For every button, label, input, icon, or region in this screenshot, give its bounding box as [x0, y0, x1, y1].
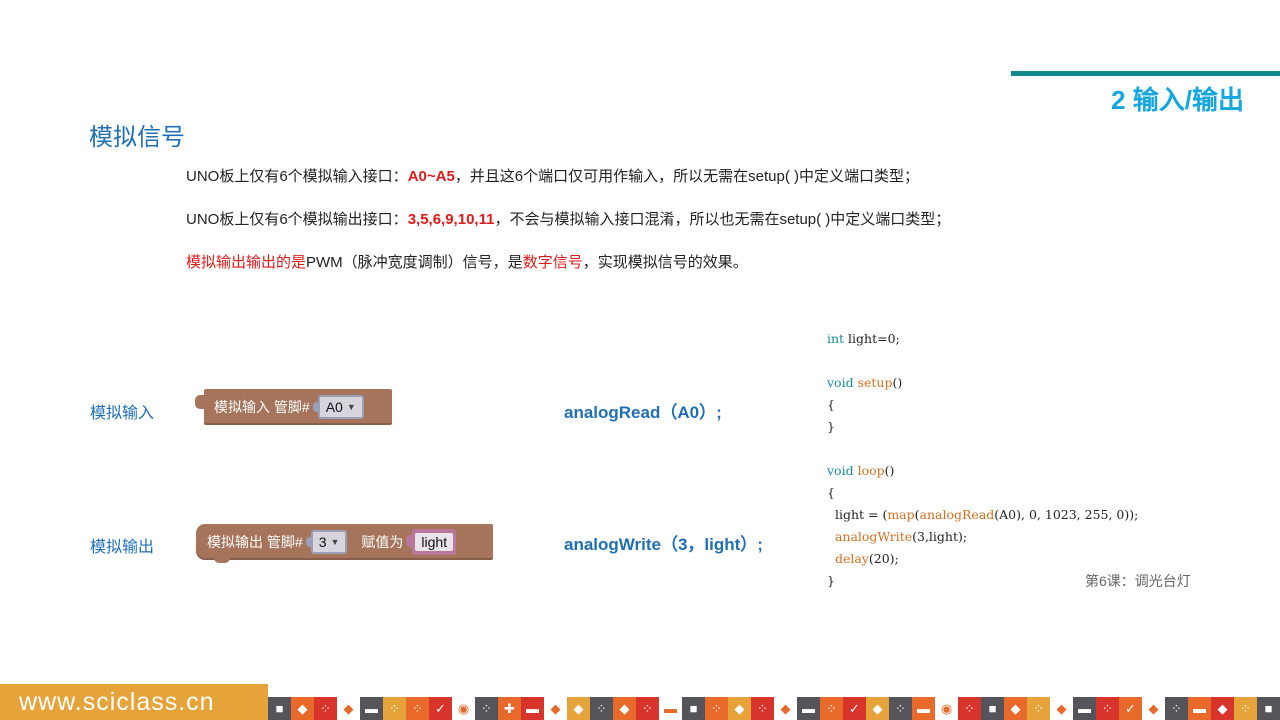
code-line: analogWrite(3,light); — [834, 529, 968, 544]
pattern-tile-icon: ▬ — [521, 697, 544, 720]
pattern-tile-icon: ✓ — [429, 697, 452, 720]
pattern-tile-icon: ◆ — [774, 697, 797, 720]
pattern-tile-icon: ■ — [1257, 697, 1280, 720]
pattern-tile-icon: ✓ — [843, 697, 866, 720]
pattern-tile-icon: ⁘ — [1165, 697, 1188, 720]
pattern-tile-icon: ⁘ — [590, 697, 613, 720]
pattern-tile-icon: ◉ — [452, 697, 475, 720]
analog-output-block-label: 模拟输出 管脚# — [207, 534, 303, 550]
pattern-tile-icon: ⁘ — [636, 697, 659, 720]
row-label-analog-input: 模拟输入 — [90, 405, 155, 422]
pattern-tile-icon: ◆ — [1211, 697, 1234, 720]
pattern-tile-icon: ◆ — [1142, 697, 1165, 720]
pattern-tile-icon: ▬ — [797, 697, 820, 720]
paragraph-pwm-note: 模拟输出输出的是PWM（脉冲宽度调制）信号，是数字信号，实现模拟信号的效果。 — [186, 254, 748, 271]
code-line: { — [827, 485, 835, 500]
code-analogread: analogRead（A0）; — [564, 403, 722, 422]
pattern-tile-icon: ◆ — [728, 697, 751, 720]
pattern-tile-icon: ⁘ — [1234, 697, 1257, 720]
code-line: light = (map(analogRead(A0), 0, 1023, 25… — [827, 507, 1139, 522]
section-heading: 2 输入/输出 — [1111, 85, 1244, 115]
pattern-tile-icon: ◆ — [567, 697, 590, 720]
pattern-tile-icon: ◆ — [544, 697, 567, 720]
pin-dropdown-value: 3 — [318, 534, 327, 550]
pattern-tile-icon: ⁘ — [406, 697, 429, 720]
pin-dropdown-output[interactable]: 3 ▼ — [305, 530, 348, 554]
assign-label: 赋值为 — [361, 534, 404, 550]
pattern-tile-icon: ▬ — [360, 697, 383, 720]
dropdown-caret-icon: ▼ — [346, 402, 356, 412]
pattern-tile-icon: ◆ — [866, 697, 889, 720]
variable-name: light — [415, 533, 454, 551]
paragraph-analog-input-ports: UNO板上仅有6个模拟输入接口：A0~A5，并且这6个端口仅可用作输入，所以无需… — [186, 168, 919, 185]
pattern-tile-icon: ⁘ — [314, 697, 337, 720]
pattern-tile-icon: ▬ — [912, 697, 935, 720]
pattern-tile-icon: ▬ — [1073, 697, 1096, 720]
dropdown-caret-icon: ▼ — [330, 537, 340, 547]
pattern-tile-icon: ⁘ — [820, 697, 843, 720]
pattern-tile-icon: ■ — [981, 697, 1004, 720]
pattern-tile-icon: ■ — [682, 697, 705, 720]
pattern-tile-icon: ◆ — [337, 697, 360, 720]
pattern-tile-icon: ⁘ — [1027, 697, 1050, 720]
pin-dropdown-input[interactable]: A0 ▼ — [312, 395, 364, 419]
header-rule — [1011, 71, 1280, 76]
code-line: void setup() — [827, 375, 903, 390]
code-line: { — [827, 397, 835, 412]
analog-input-block[interactable]: 模拟输入 管脚# A0 ▼ — [195, 389, 392, 425]
lesson-label: 第6课：调光台灯 — [1085, 573, 1191, 589]
pattern-tile-icon: ◆ — [1004, 697, 1027, 720]
pattern-tile-icon: ■ — [268, 697, 291, 720]
pattern-tile-icon: ⁘ — [475, 697, 498, 720]
pattern-tile-icon: ◉ — [935, 697, 958, 720]
variable-block-light[interactable]: light — [406, 529, 457, 555]
footer: www.sciclass.cn ■ ◆ ⁘ ◆ ▬ ⁘ ⁘ ✓ ◉ ⁘ ✚ ▬ … — [0, 684, 1280, 720]
pattern-tile-icon: ⁘ — [1096, 697, 1119, 720]
pattern-tile-icon: ⁘ — [958, 697, 981, 720]
pattern-tile-icon: ◆ — [1050, 697, 1073, 720]
pattern-tile-icon: ⁘ — [705, 697, 728, 720]
pattern-tile-icon: ◆ — [291, 697, 314, 720]
pattern-tile-icon: ▬ — [659, 697, 682, 720]
analog-input-block-label: 模拟输入 管脚# — [214, 399, 310, 415]
code-line: int light=0; — [827, 331, 900, 346]
code-line: } — [827, 419, 835, 434]
pin-dropdown-value: A0 — [325, 399, 343, 415]
code-line: delay(20); — [834, 551, 899, 566]
row-label-analog-output: 模拟输出 — [90, 539, 155, 556]
footer-pattern-strip: ■ ◆ ⁘ ◆ ▬ ⁘ ⁘ ✓ ◉ ⁘ ✚ ▬ ◆ ◆ ⁘ ◆ ⁘ ▬ ■ ⁘ … — [268, 684, 1280, 720]
pattern-tile-icon: ⁘ — [383, 697, 406, 720]
code-line: void loop() — [827, 463, 895, 478]
footer-site-url: www.sciclass.cn — [0, 684, 268, 720]
pattern-tile-icon: ◆ — [613, 697, 636, 720]
pattern-tile-icon: ▬ — [1188, 697, 1211, 720]
pattern-tile-icon: ⁘ — [751, 697, 774, 720]
pattern-tile-icon: ✚ — [498, 697, 521, 720]
pattern-tile-icon: ⁘ — [889, 697, 912, 720]
pattern-tile-icon: ✓ — [1119, 697, 1142, 720]
analog-output-block[interactable]: 模拟输出 管脚# 3 ▼ 赋值为 light — [196, 524, 493, 563]
page-title: 模拟信号 — [89, 124, 185, 151]
paragraph-analog-output-ports: UNO板上仅有6个模拟输出接口：3,5,6,9,10,11，不会与模拟输入接口混… — [186, 211, 951, 228]
code-analogwrite: analogWrite（3，light）; — [564, 535, 763, 554]
code-listing: int light=0; void setup() { } void loop(… — [827, 328, 1138, 592]
